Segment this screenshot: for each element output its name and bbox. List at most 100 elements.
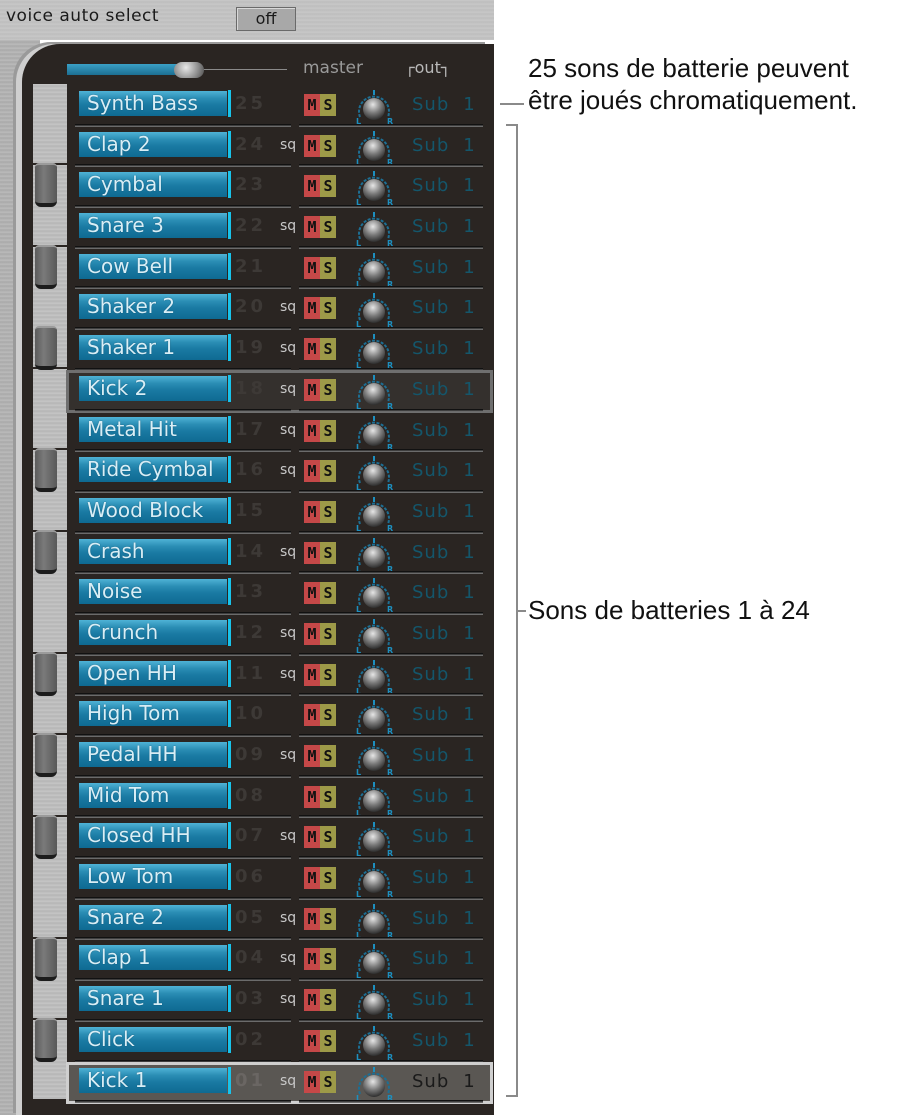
output-selector[interactable]: Sub 1 xyxy=(412,420,476,441)
voice-row[interactable]: Shaker 1 19 sq M S L R Sub 1 xyxy=(67,330,492,371)
pan-knob[interactable]: L R xyxy=(352,738,396,776)
mute-button[interactable]: M xyxy=(304,94,320,116)
pan-knob[interactable]: L R xyxy=(352,616,396,654)
solo-button[interactable]: S xyxy=(320,826,336,849)
solo-button[interactable]: S xyxy=(320,745,336,767)
solo-button[interactable]: S xyxy=(320,541,336,564)
pan-knob[interactable]: L R xyxy=(352,697,396,735)
black-key[interactable] xyxy=(35,733,57,778)
output-selector[interactable]: Sub 1 xyxy=(412,460,476,481)
mute-button[interactable]: M xyxy=(304,216,320,239)
voice-name-field[interactable]: Snare 3 xyxy=(79,213,227,239)
solo-button[interactable]: S xyxy=(320,175,336,198)
output-selector[interactable]: Sub 1 xyxy=(412,501,476,522)
mute-button[interactable]: M xyxy=(304,785,320,808)
pan-knob[interactable]: L R xyxy=(352,779,396,817)
mute-button[interactable]: M xyxy=(304,256,320,279)
mute-button[interactable]: M xyxy=(304,948,320,971)
output-selector[interactable]: Sub 1 xyxy=(412,94,476,115)
voice-name-field[interactable]: Kick 1 xyxy=(79,1067,227,1093)
output-selector[interactable]: Sub 1 xyxy=(412,297,476,318)
voice-name-field[interactable]: Snare 1 xyxy=(79,986,227,1012)
output-selector[interactable]: Sub 1 xyxy=(412,1071,476,1092)
pan-knob[interactable]: L R xyxy=(352,901,396,939)
black-key[interactable] xyxy=(35,163,57,208)
output-selector[interactable]: Sub 1 xyxy=(412,948,476,969)
mute-button[interactable]: M xyxy=(304,460,320,483)
voice-row[interactable]: Snare 3 22 sq M S L R Sub 1 xyxy=(67,208,492,249)
voice-row[interactable]: Synth Bass 25 M S L R Sub 1 xyxy=(67,86,492,127)
mute-button[interactable]: M xyxy=(304,297,320,320)
voice-row[interactable]: Clap 1 04 sq M S L R Sub 1 xyxy=(67,940,492,982)
output-selector[interactable]: Sub 1 xyxy=(412,582,476,603)
voice-row[interactable]: Cymbal 23 M S L R Sub 1 xyxy=(67,167,492,209)
pan-knob[interactable]: L R xyxy=(352,209,396,247)
solo-button[interactable]: S xyxy=(320,460,336,483)
mute-button[interactable]: M xyxy=(304,1029,320,1052)
solo-button[interactable]: S xyxy=(320,622,336,645)
voice-row[interactable]: Cow Bell 21 M S L R Sub 1 xyxy=(67,249,492,290)
voice-name-field[interactable]: Cow Bell xyxy=(79,253,227,279)
mute-button[interactable]: M xyxy=(304,826,320,849)
solo-button[interactable]: S xyxy=(320,948,336,971)
mute-button[interactable]: M xyxy=(304,175,320,198)
output-selector[interactable]: Sub 1 xyxy=(412,826,476,847)
solo-button[interactable]: S xyxy=(320,989,336,1012)
voice-row[interactable]: Ride Cymbal 16 sq M S L R Sub 1 xyxy=(67,452,492,493)
pan-knob[interactable]: L R xyxy=(352,819,396,857)
voice-name-field[interactable]: Click xyxy=(79,1026,227,1052)
voice-name-field[interactable]: Shaker 1 xyxy=(79,335,227,361)
solo-button[interactable]: S xyxy=(320,216,336,239)
mute-button[interactable]: M xyxy=(304,582,320,605)
voice-row[interactable]: Kick 2 18 sq M S L R Sub 1 xyxy=(66,369,493,413)
output-selector[interactable]: Sub 1 xyxy=(412,338,476,359)
output-selector[interactable]: Sub 1 xyxy=(412,786,476,807)
pan-knob[interactable]: L R xyxy=(352,575,396,613)
black-key[interactable] xyxy=(35,448,57,493)
mute-button[interactable]: M xyxy=(304,134,320,157)
white-key[interactable] xyxy=(33,368,67,451)
black-key[interactable] xyxy=(35,651,57,696)
output-selector[interactable]: Sub 1 xyxy=(412,989,476,1010)
voice-row[interactable]: Open HH 11 sq M S L R Sub 1 xyxy=(67,656,492,697)
voice-name-field[interactable]: Closed HH xyxy=(79,823,227,849)
voice-name-field[interactable]: Kick 2 xyxy=(79,375,227,401)
voice-name-field[interactable]: Shaker 2 xyxy=(79,294,227,320)
output-selector[interactable]: Sub 1 xyxy=(412,704,476,725)
pan-knob[interactable]: L R xyxy=(352,1023,396,1061)
pan-knob[interactable]: L R xyxy=(352,1064,396,1102)
black-key[interactable] xyxy=(35,936,57,981)
black-key[interactable] xyxy=(35,529,57,574)
voice-row[interactable]: Shaker 2 20 sq M S L R Sub 1 xyxy=(67,289,492,331)
pan-knob[interactable]: L R xyxy=(352,982,396,1020)
voice-name-field[interactable]: Crash xyxy=(79,538,227,564)
solo-button[interactable]: S xyxy=(320,1070,336,1093)
pan-knob[interactable]: L R xyxy=(352,331,396,369)
solo-button[interactable]: S xyxy=(320,134,336,157)
voice-name-field[interactable]: Noise xyxy=(79,579,227,605)
voice-row[interactable]: Mid Tom 08 M S L R Sub 1 xyxy=(67,778,492,819)
voice-name-field[interactable]: Crunch xyxy=(79,619,227,645)
mute-button[interactable]: M xyxy=(304,907,320,930)
voice-name-field[interactable]: Wood Block xyxy=(79,497,227,523)
pan-knob[interactable]: L R xyxy=(352,250,396,288)
voice-name-field[interactable]: Open HH xyxy=(79,660,227,686)
voice-row[interactable]: Kick 1 01 sq M S L R Sub 1 xyxy=(66,1061,493,1105)
pan-knob[interactable]: L R xyxy=(352,168,396,206)
black-key[interactable] xyxy=(35,244,57,289)
pan-knob[interactable]: L R xyxy=(352,494,396,532)
voice-auto-select-toggle[interactable]: off xyxy=(236,7,296,31)
voice-name-field[interactable]: High Tom xyxy=(79,701,227,727)
solo-button[interactable]: S xyxy=(320,256,336,279)
output-selector[interactable]: Sub 1 xyxy=(412,175,476,196)
mute-button[interactable]: M xyxy=(304,500,320,523)
solo-button[interactable]: S xyxy=(320,419,336,442)
output-selector[interactable]: Sub 1 xyxy=(412,216,476,237)
voice-name-field[interactable]: Ride Cymbal xyxy=(79,457,227,483)
mute-button[interactable]: M xyxy=(304,1070,320,1093)
voice-row[interactable]: Crash 14 sq M S L R Sub 1 xyxy=(67,534,492,575)
mute-button[interactable]: M xyxy=(304,419,320,442)
solo-button[interactable]: S xyxy=(320,297,336,320)
output-selector[interactable]: Sub 1 xyxy=(412,542,476,563)
mute-button[interactable]: M xyxy=(304,622,320,645)
